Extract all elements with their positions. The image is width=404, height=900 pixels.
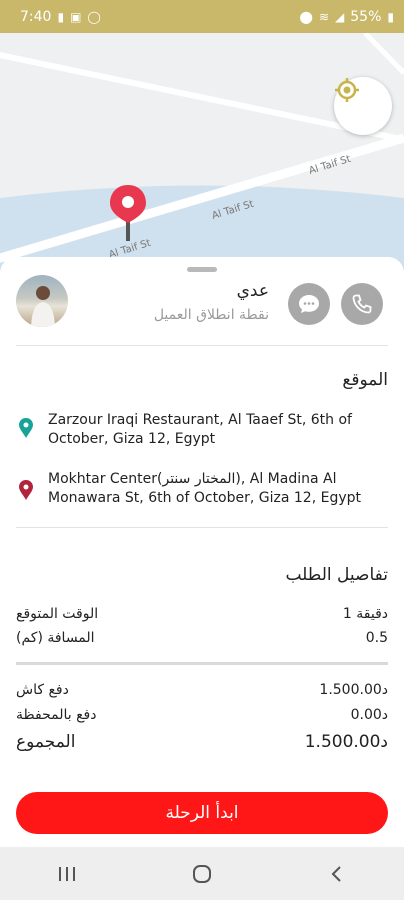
back-icon — [331, 865, 341, 882]
total-label: المجموع — [16, 732, 76, 752]
home-icon — [192, 864, 211, 883]
cash-payment-value: د1.500.00 — [319, 682, 388, 698]
status-bar: 7:40 ▮ ▣ ◯ ⬤ ≋ ◢ 55% ▮ — [0, 0, 404, 33]
wallet-payment-row: دفع بالمحفظة د0.00 — [16, 707, 388, 723]
dropoff-pin-icon — [19, 480, 33, 500]
call-button[interactable] — [341, 283, 383, 325]
divider — [16, 527, 388, 528]
trip-details-sheet: عدي نقطة انطلاق العميل الموقع Zarzour Ir… — [0, 257, 404, 847]
wallet-payment-value: د0.00 — [350, 707, 388, 723]
road — [363, 33, 404, 75]
estimated-time-row: الوقت المتوقع 1 دقيقة — [16, 606, 388, 622]
total-row: المجموع د1.500.00 — [16, 732, 388, 752]
battery-level: 55% — [350, 8, 382, 25]
pickup-address: Zarzour Iraqi Restaurant, Al Taaef St, 6… — [48, 412, 352, 447]
map-canvas: Al Taif St Al Taif St Al Taif St — [0, 33, 404, 293]
battery-icon: ▮ — [387, 9, 394, 24]
map-view[interactable]: Al Taif St Al Taif St Al Taif St — [0, 33, 404, 293]
phone-icon — [352, 294, 372, 314]
locate-me-button[interactable] — [334, 77, 392, 135]
recent-apps-button[interactable] — [37, 854, 97, 894]
estimated-time-label: الوقت المتوقع — [16, 606, 99, 622]
chat-icon — [299, 295, 319, 313]
drag-handle[interactable] — [187, 267, 217, 272]
distance-label: المسافة (كم) — [16, 630, 95, 646]
pickup-pin-icon — [19, 418, 33, 438]
recent-apps-icon — [59, 866, 76, 881]
whatsapp-icon: ◯ — [87, 9, 101, 24]
chat-button[interactable] — [288, 283, 330, 325]
order-details-title: تفاصيل الطلب — [285, 565, 388, 585]
gallery-icon: ▣ — [70, 9, 82, 24]
divider — [16, 662, 388, 665]
pickup-address-row: Zarzour Iraqi Restaurant, Al Taaef St, 6… — [18, 411, 378, 449]
status-time: 7:40 — [20, 8, 52, 25]
crosshair-icon — [335, 78, 359, 102]
start-trip-button[interactable]: ابدأ الرحلة — [16, 792, 388, 834]
location-section-title: الموقع — [342, 370, 388, 390]
cash-payment-row: دفع كاش د1.500.00 — [16, 682, 388, 698]
distance-row: المسافة (كم) 0.5 — [16, 630, 388, 646]
sim-icon: ▮ — [57, 9, 65, 24]
driver-subtitle: نقطة انطلاق العميل — [153, 307, 269, 323]
cash-payment-label: دفع كاش — [16, 682, 69, 698]
signal-icon: ◢ — [335, 9, 345, 24]
dropoff-address-row: Mokhtar Center(المختار سنتر), Al Madina … — [18, 470, 378, 508]
distance-value: 0.5 — [365, 630, 388, 646]
driver-name: عدي — [236, 281, 269, 301]
back-button[interactable] — [307, 854, 367, 894]
wifi-icon: ≋ — [318, 9, 330, 24]
wallet-payment-label: دفع بالمحفظة — [16, 707, 97, 723]
dropoff-address: Mokhtar Center(المختار سنتر), Al Madina … — [48, 471, 362, 506]
estimated-time-value: 1 دقيقة — [342, 606, 388, 622]
divider — [16, 345, 388, 346]
home-button[interactable] — [172, 854, 232, 894]
location-icon: ⬤ — [299, 9, 313, 24]
total-value: د1.500.00 — [304, 732, 388, 752]
system-nav-bar — [0, 847, 404, 900]
avatar — [16, 275, 68, 327]
